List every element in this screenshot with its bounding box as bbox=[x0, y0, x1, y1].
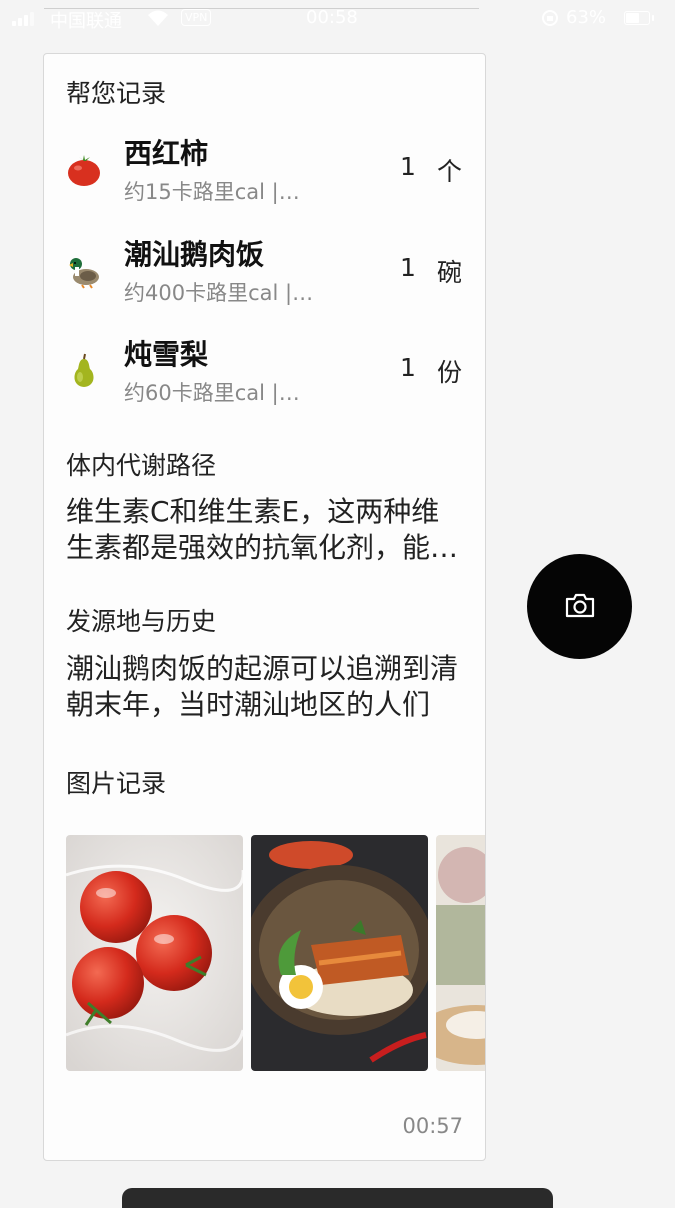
bottom-bar bbox=[122, 1188, 553, 1208]
food-calories: 约60卡路里cal |… bbox=[124, 381, 300, 405]
food-record-card: 帮您记录 西红柿 约15卡路里cal |… 1 个 潮汕鹅肉饭 约400卡路里c… bbox=[43, 53, 486, 1161]
food-name: 西红柿 bbox=[124, 137, 209, 170]
record-timestamp: 00:57 bbox=[402, 1114, 463, 1138]
pear-icon bbox=[74, 353, 94, 387]
record-title: 帮您记录 bbox=[66, 79, 167, 108]
battery-percent: 63% bbox=[566, 7, 607, 28]
camera-button[interactable] bbox=[527, 554, 632, 659]
metabolism-text[interactable]: 维生素C和维生素E，这两种维生素都是强效的抗氧化剂，能够帮助身体清除自由基 bbox=[66, 494, 466, 566]
metabolism-title: 体内代谢路径 bbox=[66, 451, 217, 480]
origin-title: 发源地与历史 bbox=[66, 607, 217, 636]
food-item-goose-rice[interactable]: 潮汕鹅肉饭 约400卡路里cal |… 1 碗 bbox=[44, 233, 485, 319]
food-name: 炖雪梨 bbox=[124, 338, 209, 371]
duck-icon bbox=[69, 258, 99, 289]
camera-icon bbox=[565, 593, 595, 618]
carrier-name: 中国联通 bbox=[50, 11, 122, 32]
food-unit[interactable]: 碗 bbox=[437, 253, 462, 289]
rotation-lock-icon bbox=[542, 10, 558, 26]
food-unit[interactable]: 个 bbox=[437, 152, 462, 188]
pear-photo[interactable] bbox=[436, 835, 485, 1071]
food-item-tomato[interactable]: 西红柿 约15卡路里cal |… 1 个 bbox=[44, 132, 485, 218]
wifi-icon bbox=[148, 10, 168, 26]
food-quantity[interactable]: 1 bbox=[400, 353, 416, 382]
goose-rice-photo[interactable] bbox=[251, 835, 428, 1071]
tomato-photo[interactable] bbox=[66, 835, 243, 1071]
vpn-badge: VPN bbox=[181, 9, 212, 26]
origin-text[interactable]: 潮汕鹅肉饭的起源可以追溯到清朝末年，当时潮汕地区的人们 bbox=[66, 651, 466, 723]
status-bar: 中国联通 VPN 00:58 63% bbox=[0, 0, 675, 40]
food-quantity[interactable]: 1 bbox=[400, 152, 416, 181]
battery-icon bbox=[624, 11, 654, 25]
tomato-icon bbox=[68, 155, 100, 186]
signal-icon bbox=[12, 10, 38, 26]
status-time: 00:58 bbox=[306, 7, 358, 28]
food-item-pear[interactable]: 炖雪梨 约60卡路里cal |… 1 份 bbox=[44, 333, 485, 419]
food-calories: 约400卡路里cal |… bbox=[124, 281, 314, 305]
photos-title: 图片记录 bbox=[66, 769, 167, 798]
food-quantity[interactable]: 1 bbox=[400, 253, 416, 282]
food-unit[interactable]: 份 bbox=[437, 353, 462, 389]
food-calories: 约15卡路里cal |… bbox=[124, 180, 300, 204]
food-name: 潮汕鹅肉饭 bbox=[124, 238, 265, 271]
